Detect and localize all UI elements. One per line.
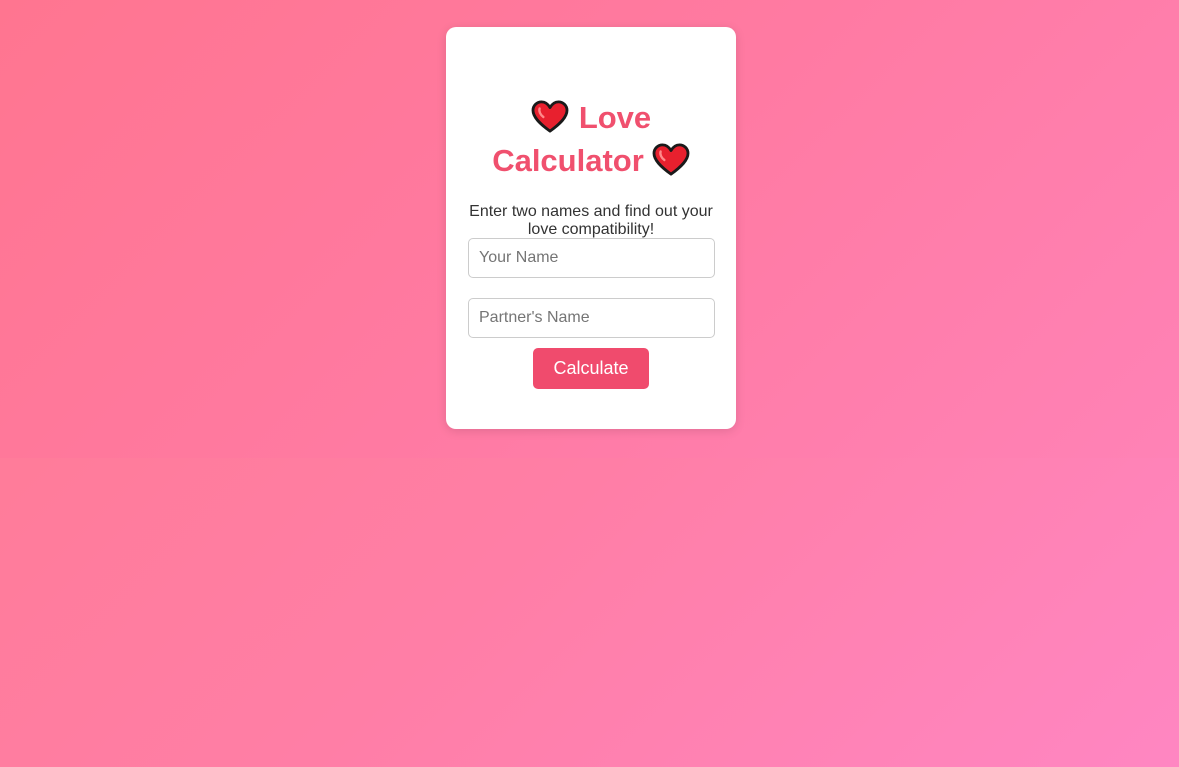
title-word-calculator: Calculator [492,143,644,178]
calculate-button[interactable]: Calculate [533,348,649,389]
subtitle: Enter two names and find out your love c… [469,203,713,238]
love-calculator-card: Love Calculator Enter two names and find … [446,27,736,429]
page-title: Love Calculator [446,96,736,182]
heart-icon [652,143,690,176]
title-word-love: Love [578,100,652,135]
heart-icon [531,100,569,133]
your-name-input[interactable] [468,238,715,278]
partner-name-input[interactable] [468,298,715,338]
